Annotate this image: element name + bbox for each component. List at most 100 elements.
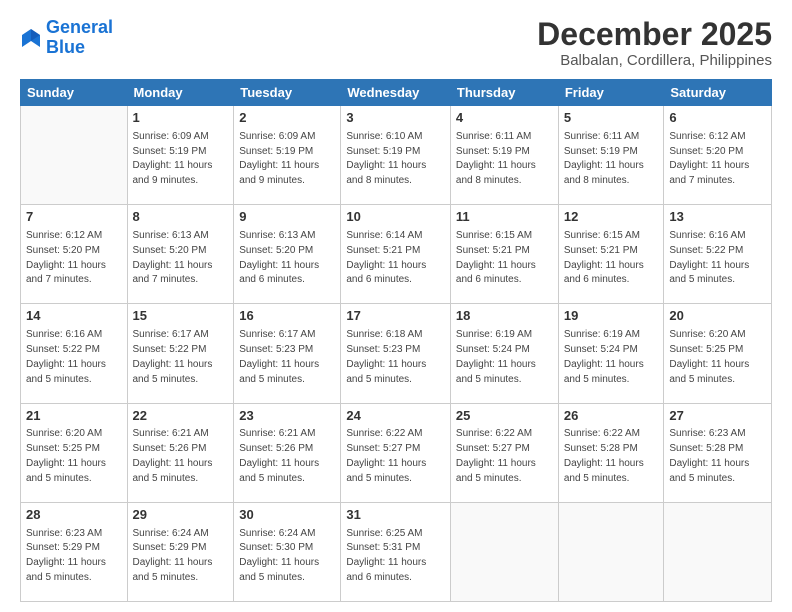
day-number: 12 <box>564 208 659 227</box>
calendar-day-header: Friday <box>558 80 664 106</box>
calendar-day-header: Monday <box>127 80 234 106</box>
day-number: 17 <box>346 307 445 326</box>
day-number: 22 <box>133 407 229 426</box>
cell-info: Sunrise: 6:11 AMSunset: 5:19 PMDaylight:… <box>456 131 536 186</box>
cell-info: Sunrise: 6:23 AMSunset: 5:28 PMDaylight:… <box>669 428 749 483</box>
day-number: 19 <box>564 307 659 326</box>
month-title: December 2025 <box>537 18 772 50</box>
calendar-cell <box>558 502 664 601</box>
day-number: 24 <box>346 407 445 426</box>
calendar-cell: 14Sunrise: 6:16 AMSunset: 5:22 PMDayligh… <box>21 304 128 403</box>
cell-info: Sunrise: 6:12 AMSunset: 5:20 PMDaylight:… <box>669 131 749 186</box>
cell-info: Sunrise: 6:09 AMSunset: 5:19 PMDaylight:… <box>133 131 213 186</box>
title-area: December 2025 Balbalan, Cordillera, Phil… <box>537 18 772 69</box>
calendar-cell: 2 Sunrise: 6:09 AMSunset: 5:19 PMDaylight… <box>234 106 341 205</box>
cell-info: Sunrise: 6:22 AMSunset: 5:28 PMDaylight:… <box>564 428 644 483</box>
calendar-cell: 31Sunrise: 6:25 AMSunset: 5:31 PMDayligh… <box>341 502 451 601</box>
calendar-week-row: 7Sunrise: 6:12 AMSunset: 5:20 PMDaylight… <box>21 205 772 304</box>
calendar-cell <box>21 106 128 205</box>
calendar-cell: 16 Sunrise: 6:17 AMSunset: 5:23 PMDayligh… <box>234 304 341 403</box>
cell-info: Sunrise: 6:17 AMSunset: 5:22 PMDaylight:… <box>133 329 213 384</box>
calendar-cell: 20 Sunrise: 6:20 AMSunset: 5:25 PMDayligh… <box>664 304 772 403</box>
day-number: 10 <box>346 208 445 227</box>
calendar-day-header: Saturday <box>664 80 772 106</box>
logo-general: General <box>46 17 113 37</box>
calendar-cell: 30Sunrise: 6:24 AMSunset: 5:30 PMDayligh… <box>234 502 341 601</box>
calendar-cell: 21Sunrise: 6:20 AMSunset: 5:25 PMDayligh… <box>21 403 128 502</box>
cell-info: Sunrise: 6:24 AMSunset: 5:30 PMDaylight:… <box>239 528 319 583</box>
calendar-week-row: 1 Sunrise: 6:09 AMSunset: 5:19 PMDaylight… <box>21 106 772 205</box>
calendar-cell <box>664 502 772 601</box>
calendar-week-row: 28 Sunrise: 6:23 AMSunset: 5:29 PMDayligh… <box>21 502 772 601</box>
day-number: 9 <box>239 208 335 227</box>
calendar-cell: 17 Sunrise: 6:18 AMSunset: 5:23 PMDayligh… <box>341 304 451 403</box>
cell-info: Sunrise: 6:09 AMSunset: 5:19 PMDaylight:… <box>239 131 319 186</box>
calendar-cell: 12 Sunrise: 6:15 AMSunset: 5:21 PMDayligh… <box>558 205 664 304</box>
day-number: 16 <box>239 307 335 326</box>
calendar-week-row: 14Sunrise: 6:16 AMSunset: 5:22 PMDayligh… <box>21 304 772 403</box>
cell-info: Sunrise: 6:18 AMSunset: 5:23 PMDaylight:… <box>346 329 426 384</box>
calendar-cell: 7Sunrise: 6:12 AMSunset: 5:20 PMDaylight… <box>21 205 128 304</box>
cell-info: Sunrise: 6:13 AMSunset: 5:20 PMDaylight:… <box>239 230 319 285</box>
day-number: 7 <box>26 208 122 227</box>
page: General Blue December 2025 Balbalan, Cor… <box>0 0 792 612</box>
calendar-cell: 6 Sunrise: 6:12 AMSunset: 5:20 PMDaylight… <box>664 106 772 205</box>
cell-info: Sunrise: 6:10 AMSunset: 5:19 PMDaylight:… <box>346 131 426 186</box>
day-number: 27 <box>669 407 766 426</box>
day-number: 26 <box>564 407 659 426</box>
cell-info: Sunrise: 6:13 AMSunset: 5:20 PMDaylight:… <box>133 230 213 285</box>
day-number: 5 <box>564 109 659 128</box>
cell-info: Sunrise: 6:21 AMSunset: 5:26 PMDaylight:… <box>133 428 213 483</box>
day-number: 13 <box>669 208 766 227</box>
calendar-header-row: SundayMondayTuesdayWednesdayThursdayFrid… <box>21 80 772 106</box>
cell-info: Sunrise: 6:14 AMSunset: 5:21 PMDaylight:… <box>346 230 426 285</box>
day-number: 4 <box>456 109 553 128</box>
cell-info: Sunrise: 6:19 AMSunset: 5:24 PMDaylight:… <box>564 329 644 384</box>
cell-info: Sunrise: 6:20 AMSunset: 5:25 PMDaylight:… <box>669 329 749 384</box>
day-number: 3 <box>346 109 445 128</box>
day-number: 23 <box>239 407 335 426</box>
cell-info: Sunrise: 6:22 AMSunset: 5:27 PMDaylight:… <box>456 428 536 483</box>
cell-info: Sunrise: 6:15 AMSunset: 5:21 PMDaylight:… <box>456 230 536 285</box>
calendar-cell: 15Sunrise: 6:17 AMSunset: 5:22 PMDayligh… <box>127 304 234 403</box>
day-number: 31 <box>346 506 445 525</box>
calendar-cell: 11Sunrise: 6:15 AMSunset: 5:21 PMDayligh… <box>450 205 558 304</box>
general-blue-logo-icon <box>20 27 42 49</box>
calendar-week-row: 21Sunrise: 6:20 AMSunset: 5:25 PMDayligh… <box>21 403 772 502</box>
cell-info: Sunrise: 6:21 AMSunset: 5:26 PMDaylight:… <box>239 428 319 483</box>
calendar-day-header: Wednesday <box>341 80 451 106</box>
calendar-cell: 13 Sunrise: 6:16 AMSunset: 5:22 PMDayligh… <box>664 205 772 304</box>
calendar-day-header: Tuesday <box>234 80 341 106</box>
header: General Blue December 2025 Balbalan, Cor… <box>20 18 772 69</box>
calendar-cell: 25Sunrise: 6:22 AMSunset: 5:27 PMDayligh… <box>450 403 558 502</box>
day-number: 28 <box>26 506 122 525</box>
cell-info: Sunrise: 6:24 AMSunset: 5:29 PMDaylight:… <box>133 528 213 583</box>
cell-info: Sunrise: 6:17 AMSunset: 5:23 PMDaylight:… <box>239 329 319 384</box>
cell-info: Sunrise: 6:23 AMSunset: 5:29 PMDaylight:… <box>26 528 106 583</box>
calendar-cell: 26 Sunrise: 6:22 AMSunset: 5:28 PMDayligh… <box>558 403 664 502</box>
calendar-cell: 24 Sunrise: 6:22 AMSunset: 5:27 PMDayligh… <box>341 403 451 502</box>
calendar-cell: 19 Sunrise: 6:19 AMSunset: 5:24 PMDayligh… <box>558 304 664 403</box>
cell-info: Sunrise: 6:16 AMSunset: 5:22 PMDaylight:… <box>26 329 106 384</box>
calendar-cell: 27 Sunrise: 6:23 AMSunset: 5:28 PMDayligh… <box>664 403 772 502</box>
logo-blue: Blue <box>46 37 85 57</box>
day-number: 1 <box>133 109 229 128</box>
day-number: 20 <box>669 307 766 326</box>
calendar-cell: 28 Sunrise: 6:23 AMSunset: 5:29 PMDayligh… <box>21 502 128 601</box>
day-number: 2 <box>239 109 335 128</box>
cell-info: Sunrise: 6:22 AMSunset: 5:27 PMDaylight:… <box>346 428 426 483</box>
calendar-cell: 8Sunrise: 6:13 AMSunset: 5:20 PMDaylight… <box>127 205 234 304</box>
calendar-cell: 3 Sunrise: 6:10 AMSunset: 5:19 PMDaylight… <box>341 106 451 205</box>
calendar-cell: 10 Sunrise: 6:14 AMSunset: 5:21 PMDayligh… <box>341 205 451 304</box>
calendar-cell <box>450 502 558 601</box>
cell-info: Sunrise: 6:16 AMSunset: 5:22 PMDaylight:… <box>669 230 749 285</box>
location-title: Balbalan, Cordillera, Philippines <box>537 52 772 69</box>
calendar-cell: 4 Sunrise: 6:11 AMSunset: 5:19 PMDaylight… <box>450 106 558 205</box>
day-number: 29 <box>133 506 229 525</box>
calendar-cell: 9 Sunrise: 6:13 AMSunset: 5:20 PMDaylight… <box>234 205 341 304</box>
day-number: 18 <box>456 307 553 326</box>
day-number: 6 <box>669 109 766 128</box>
cell-info: Sunrise: 6:11 AMSunset: 5:19 PMDaylight:… <box>564 131 644 186</box>
calendar-cell: 22 Sunrise: 6:21 AMSunset: 5:26 PMDayligh… <box>127 403 234 502</box>
cell-info: Sunrise: 6:15 AMSunset: 5:21 PMDaylight:… <box>564 230 644 285</box>
